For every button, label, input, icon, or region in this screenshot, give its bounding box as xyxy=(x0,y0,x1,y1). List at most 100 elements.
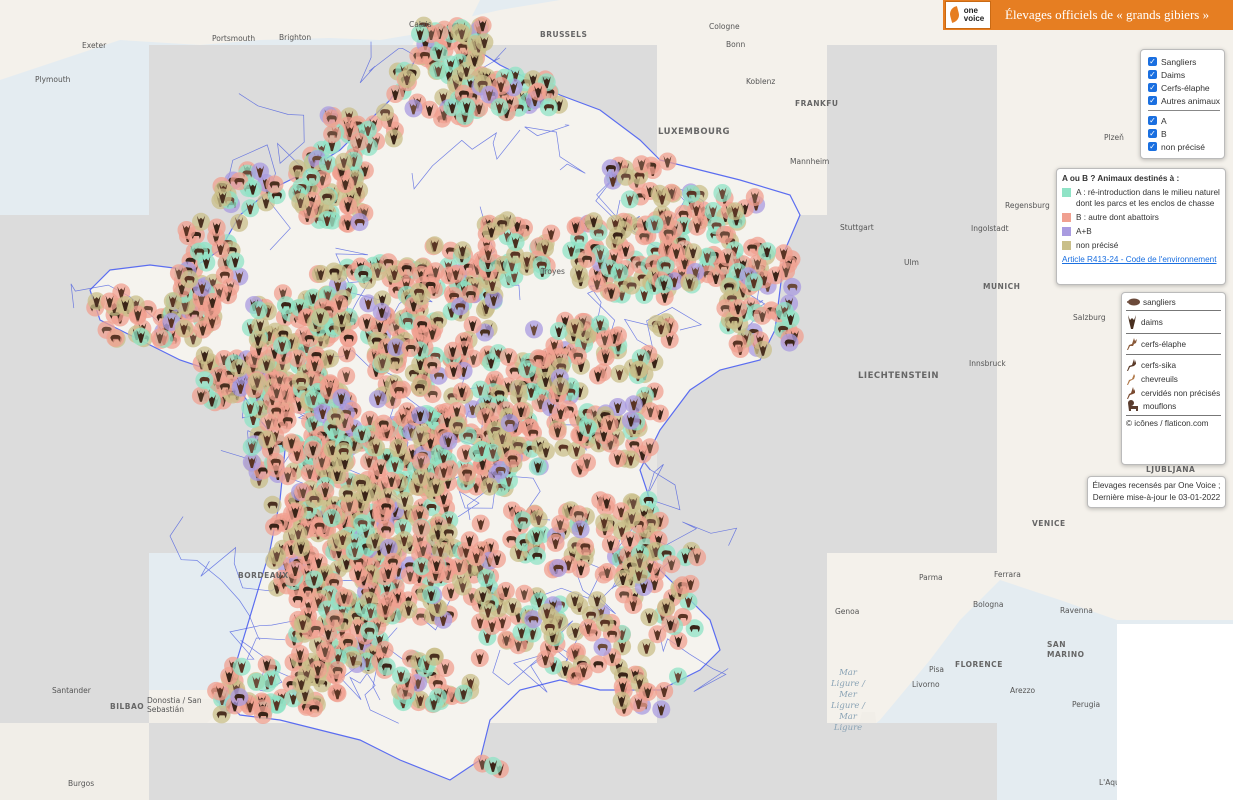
farm-marker[interactable] xyxy=(753,306,772,325)
farm-marker[interactable] xyxy=(207,218,226,237)
farm-marker[interactable] xyxy=(429,43,448,62)
farm-marker[interactable] xyxy=(457,463,476,482)
farm-marker[interactable] xyxy=(248,372,267,391)
farm-marker[interactable] xyxy=(230,213,249,232)
farm-marker[interactable] xyxy=(385,456,404,475)
farm-marker[interactable] xyxy=(600,414,619,433)
farm-marker[interactable] xyxy=(257,355,276,374)
map-canvas[interactable] xyxy=(0,0,1233,800)
farm-marker[interactable] xyxy=(645,215,664,234)
farm-marker[interactable] xyxy=(425,236,444,255)
map[interactable]: Calais Portsmouth Brighton Exeter Plymou… xyxy=(0,0,1233,800)
farm-marker[interactable] xyxy=(397,259,416,278)
farm-marker[interactable] xyxy=(409,282,428,301)
farm-marker[interactable] xyxy=(372,302,391,321)
farm-marker[interactable] xyxy=(453,241,472,260)
farm-marker[interactable] xyxy=(766,266,785,285)
farm-marker[interactable] xyxy=(411,427,430,446)
farm-marker[interactable] xyxy=(399,600,418,619)
farm-marker[interactable] xyxy=(177,221,196,239)
farm-marker[interactable] xyxy=(326,407,345,426)
farm-marker[interactable] xyxy=(562,241,581,260)
farm-marker[interactable] xyxy=(273,336,292,355)
farm-marker[interactable] xyxy=(373,353,392,372)
farm-marker[interactable] xyxy=(195,371,214,390)
farm-marker[interactable] xyxy=(480,477,499,496)
farm-marker[interactable] xyxy=(389,381,408,400)
farm-marker[interactable] xyxy=(728,334,747,353)
farm-marker[interactable] xyxy=(426,478,445,497)
farm-marker[interactable] xyxy=(549,322,568,340)
farm-marker[interactable] xyxy=(248,330,267,349)
farm-marker[interactable] xyxy=(589,366,607,385)
farm-marker[interactable] xyxy=(780,333,799,352)
farm-marker[interactable] xyxy=(682,184,701,203)
farm-marker[interactable] xyxy=(622,276,641,295)
farm-marker[interactable] xyxy=(131,327,150,346)
farm-marker[interactable] xyxy=(565,318,584,337)
farm-marker[interactable] xyxy=(783,277,802,296)
farm-marker[interactable] xyxy=(339,328,358,347)
farm-marker[interactable] xyxy=(452,382,471,401)
farm-marker[interactable] xyxy=(551,404,570,423)
farm-marker[interactable] xyxy=(434,462,453,481)
farm-marker[interactable] xyxy=(475,33,494,52)
farm-marker[interactable] xyxy=(490,98,509,117)
farm-marker[interactable] xyxy=(337,344,356,363)
farm-marker[interactable] xyxy=(191,386,210,405)
farm-marker[interactable] xyxy=(354,265,373,284)
farm-marker[interactable] xyxy=(311,307,330,326)
farm-marker[interactable] xyxy=(368,390,387,409)
farm-marker[interactable] xyxy=(395,491,414,510)
farm-marker[interactable] xyxy=(652,319,670,338)
farm-marker[interactable] xyxy=(339,196,357,215)
farm-marker[interactable] xyxy=(608,226,627,245)
farm-marker[interactable] xyxy=(330,294,349,313)
farm-marker[interactable] xyxy=(382,471,401,490)
farm-marker[interactable] xyxy=(338,484,357,503)
farm-marker[interactable] xyxy=(375,103,394,122)
farm-marker[interactable] xyxy=(578,453,596,472)
farm-marker[interactable] xyxy=(267,546,286,565)
farm-marker[interactable] xyxy=(292,538,310,557)
farm-marker[interactable] xyxy=(630,360,649,379)
farm-marker[interactable] xyxy=(323,125,342,144)
farm-marker[interactable] xyxy=(401,339,420,357)
farm-marker[interactable] xyxy=(350,132,369,151)
farm-marker[interactable] xyxy=(509,379,528,398)
farm-marker[interactable] xyxy=(588,274,607,293)
farm-marker[interactable] xyxy=(482,353,501,372)
farm-marker[interactable] xyxy=(397,70,416,88)
farm-marker[interactable] xyxy=(321,349,340,368)
farm-marker[interactable] xyxy=(680,273,699,292)
farm-marker[interactable] xyxy=(529,82,548,101)
farm-marker[interactable] xyxy=(595,330,614,349)
farm-marker[interactable] xyxy=(278,411,297,430)
farm-marker[interactable] xyxy=(610,364,629,383)
farm-marker[interactable] xyxy=(353,514,372,533)
farm-marker[interactable] xyxy=(551,377,570,396)
farm-marker[interactable] xyxy=(241,199,260,218)
farm-marker[interactable] xyxy=(624,395,643,414)
farm-marker[interactable] xyxy=(774,244,793,263)
farm-marker[interactable] xyxy=(352,425,371,444)
farm-marker[interactable] xyxy=(377,497,396,516)
farm-marker[interactable] xyxy=(729,299,747,318)
farm-marker[interactable] xyxy=(265,175,284,194)
farm-marker[interactable] xyxy=(444,361,463,380)
farm-marker[interactable] xyxy=(258,430,277,449)
farm-marker[interactable] xyxy=(334,152,353,171)
farm-marker[interactable] xyxy=(457,61,476,80)
farm-marker[interactable] xyxy=(384,129,403,148)
farm-marker[interactable] xyxy=(412,468,430,487)
farm-marker[interactable] xyxy=(781,309,800,328)
farm-marker[interactable] xyxy=(621,411,640,430)
farm-marker[interactable] xyxy=(719,277,738,296)
farm-marker[interactable] xyxy=(506,233,525,252)
farm-marker[interactable] xyxy=(688,217,707,236)
farm-marker[interactable] xyxy=(461,285,480,304)
farm-marker[interactable] xyxy=(291,372,310,391)
farm-marker[interactable] xyxy=(395,531,414,550)
farm-marker[interactable] xyxy=(423,356,442,375)
farm-marker[interactable] xyxy=(386,85,405,103)
